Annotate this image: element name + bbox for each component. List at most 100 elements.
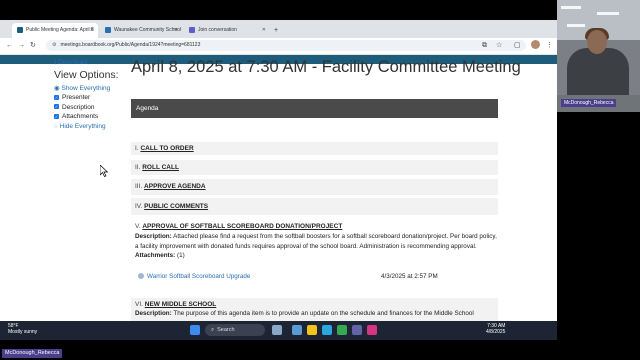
start-windows-icon[interactable] xyxy=(190,325,200,335)
boardbook-favicon-icon xyxy=(17,26,23,33)
item-title-link[interactable]: APPROVE AGENDA xyxy=(144,183,206,190)
url-field[interactable]: ⚙ meetings.boardbook.org/Public/Agenda/19… xyxy=(46,40,526,51)
participant-figure xyxy=(567,48,629,95)
chrome-icon[interactable] xyxy=(337,325,347,335)
widgets-icon[interactable] xyxy=(292,325,302,335)
mouse-cursor-icon xyxy=(100,165,108,177)
attachment-date: 4/3/2025 at 2:57 PM xyxy=(381,273,438,280)
agenda-item: IV. PUBLIC COMMENTS xyxy=(131,198,498,215)
item-number: II. xyxy=(135,164,141,171)
participant-name-tag-bottom: McDonough_Rebecca xyxy=(2,349,63,358)
view-options-title: View Options: xyxy=(54,69,119,81)
video-feed-panel xyxy=(557,0,640,112)
ceiling-light xyxy=(567,24,585,27)
agenda-item: I. CALL TO ORDER xyxy=(131,142,498,155)
ceiling-light xyxy=(561,6,581,9)
edge-icon[interactable] xyxy=(322,325,332,335)
item-title-link[interactable]: APPROVAL OF SOFTBALL SCOREBOARD DONATION… xyxy=(142,223,342,230)
url-text: meetings.boardbook.org/Public/Agenda/192… xyxy=(60,42,201,48)
menu-dots-icon[interactable]: ⋮ xyxy=(546,41,553,51)
tab-bar: Public Meeting Agenda: April 8 ✕ Waunake… xyxy=(0,20,557,38)
show-everything-link[interactable]: ◉ Show Everything xyxy=(54,84,124,93)
system-tray-clock[interactable]: 7:30 AM 4/8/2025 xyxy=(486,323,505,335)
search-placeholder: Search xyxy=(217,327,235,333)
weather-widget[interactable]: 58°F Mostly sunny xyxy=(8,323,37,335)
attachment-link[interactable]: Warrior Softball Scoreboard Upgrade xyxy=(138,273,250,280)
taskbar-search[interactable]: ⌕ Search xyxy=(205,324,265,336)
site-info-icon[interactable]: ⚙ xyxy=(52,40,56,51)
clock-date: 4/8/2025 xyxy=(486,329,506,335)
page-title: April 8, 2025 at 7:30 AM - Facility Comm… xyxy=(131,58,521,76)
tab-label: Waunakee Community School xyxy=(114,27,182,33)
agenda-item: II. ROLL CALL xyxy=(131,160,498,175)
description-checkbox[interactable]: ✓ Description xyxy=(54,103,124,113)
ceiling-light xyxy=(597,12,619,15)
reload-icon[interactable]: ↻ xyxy=(30,41,36,51)
description-label: Description: xyxy=(135,233,172,240)
item-title-link[interactable]: PUBLIC COMMENTS xyxy=(144,203,208,210)
presenter-checkbox[interactable]: ✓ Presenter xyxy=(54,93,124,103)
extensions-icon[interactable]: ▢ xyxy=(514,41,521,51)
item-number: VI. xyxy=(135,301,143,308)
item-number: IV. xyxy=(135,203,143,210)
item-number: III. xyxy=(135,183,143,190)
download-link[interactable]: ⭳ Download xyxy=(54,58,124,67)
download-label: Download xyxy=(58,59,88,66)
attachments-label: Attachments: xyxy=(135,252,176,259)
attachment-icon xyxy=(138,273,144,280)
item-number: V. xyxy=(135,223,141,230)
description-text: Attached please find a request from the … xyxy=(135,233,497,250)
file-explorer-icon[interactable] xyxy=(307,325,317,335)
new-tab-button[interactable]: + xyxy=(274,23,284,38)
search-icon: ⌕ xyxy=(211,327,215,333)
item-description: Description: The purpose of this agenda … xyxy=(135,309,498,319)
tab-label: Public Meeting Agenda: April 8 xyxy=(26,27,94,33)
forward-arrow-icon[interactable]: → xyxy=(18,41,25,51)
agenda-header: Agenda xyxy=(131,99,498,118)
tab-label: Join conversation xyxy=(198,27,237,33)
checkmark-icon: ✓ xyxy=(54,113,59,119)
attachments-checkbox[interactable]: ✓ Attachments xyxy=(54,112,124,122)
view-options-panel: ⭳ Download View Options: ◉ Show Everythi… xyxy=(54,58,124,131)
teams-favicon-icon xyxy=(189,26,195,33)
hide-everything-link[interactable]: ◌ Hide Everything xyxy=(54,122,124,131)
item-title-link[interactable]: NEW MIDDLE SCHOOL xyxy=(145,301,217,308)
item-title-link[interactable]: CALL TO ORDER xyxy=(140,145,193,152)
attachment-name: Warrior Softball Scoreboard Upgrade xyxy=(147,273,251,280)
checkmark-icon: ✓ xyxy=(54,94,59,100)
back-arrow-icon[interactable]: ← xyxy=(6,41,13,51)
item-description: Description: Attached please find a requ… xyxy=(135,232,498,251)
close-tab-icon[interactable]: ✕ xyxy=(174,23,178,38)
tab-agenda[interactable]: Public Meeting Agenda: April 8 ✕ xyxy=(12,23,98,38)
close-tab-icon[interactable]: ✕ xyxy=(262,23,266,38)
attachments-line: Attachments: (1) xyxy=(135,251,498,261)
close-tab-icon[interactable]: ✕ xyxy=(90,23,94,38)
show-everything-label: Show Everything xyxy=(61,85,111,92)
hide-everything-label: Hide Everything xyxy=(59,122,106,130)
share-icon[interactable]: ⧉ xyxy=(482,41,487,51)
agenda-item: III. APPROVE AGENDA xyxy=(131,179,498,195)
participant-face xyxy=(587,30,607,54)
profile-avatar[interactable] xyxy=(531,40,540,49)
tab-school[interactable]: Waunakee Community School ✕ xyxy=(100,23,182,38)
item-number: I. xyxy=(135,145,139,152)
item-title-link[interactable]: ROLL CALL xyxy=(142,164,179,171)
description-label: Description: xyxy=(135,310,172,317)
task-view-icon[interactable] xyxy=(272,325,282,335)
checkbox-label: Description xyxy=(62,103,95,111)
description-text: The purpose of this agenda item is to pr… xyxy=(173,310,474,317)
tab-teams[interactable]: Join conversation ✕ xyxy=(184,23,270,38)
participant-name-tag: McDonough_Rebecca xyxy=(561,99,617,107)
app-icon[interactable] xyxy=(367,325,377,335)
checkbox-label: Presenter xyxy=(62,94,91,101)
agenda-item-middle-school: VI. NEW MIDDLE SCHOOL Description: The p… xyxy=(131,298,498,321)
attachments-count: (1) xyxy=(177,252,185,259)
checkbox-label: Attachments xyxy=(62,113,99,120)
windows-taskbar: 58°F Mostly sunny ⌕ Search 7:30 AM 4/8/20… xyxy=(0,321,557,340)
bookmark-star-icon[interactable]: ☆ xyxy=(496,41,502,51)
school-favicon-icon xyxy=(105,26,111,33)
checkmark-icon: ✓ xyxy=(54,104,59,110)
teams-icon[interactable] xyxy=(352,325,362,335)
weather-desc: Mostly sunny xyxy=(8,329,38,335)
address-bar-row: ← → ↻ ⚙ meetings.boardbook.org/Public/Age… xyxy=(0,38,557,55)
